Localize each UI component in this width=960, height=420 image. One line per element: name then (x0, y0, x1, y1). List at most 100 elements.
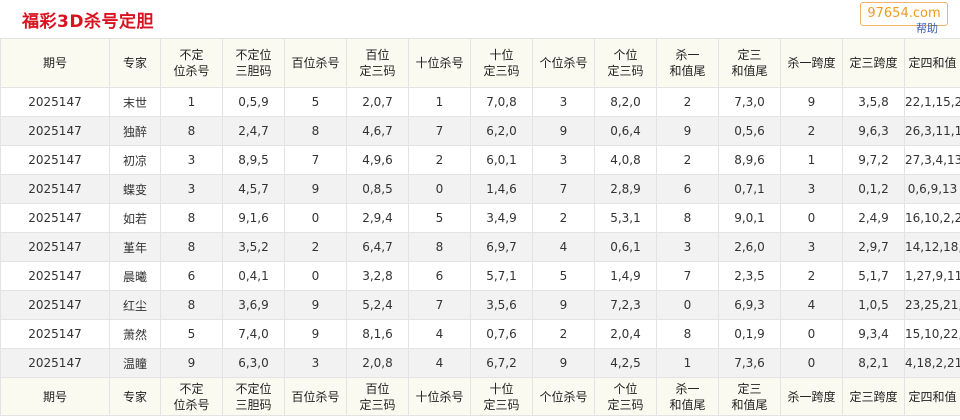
table-cell: 2025147 (0, 174, 110, 204)
table-cell: 0,8,5 (346, 174, 409, 204)
table-cell: 0 (408, 174, 471, 204)
table-cell: 0,4,1 (222, 261, 285, 291)
table-cell: 5 (532, 261, 595, 291)
table-cell: 27,3,4,13 (904, 145, 960, 175)
column-header-label: 十位杀号 (415, 389, 463, 405)
table-cell: 0,1,2 (842, 174, 905, 204)
column-header-line: 位杀号 (173, 64, 210, 78)
column-header-line: 定三码 (607, 397, 644, 412)
table-cell: 2025147 (0, 145, 110, 175)
table-cell: 8 (284, 116, 347, 146)
column-header: 不定 位杀号 (160, 377, 223, 416)
table-row: 2025147 独醉 8 2,4,7 8 4,6,7 7 6,2,0 9 0,6,4 9 0,5,6 2… (0, 116, 960, 146)
table-cell: 2 (532, 319, 595, 349)
column-header: 个位杀号 (532, 38, 595, 88)
table-cell: 9,7,2 (842, 145, 905, 175)
column-header: 杀一跨度 (780, 377, 843, 416)
table-cell: 2,8,9 (594, 174, 657, 204)
table-cell: 末世 (109, 87, 161, 117)
help-link[interactable]: 帮助 (916, 20, 938, 36)
column-header-line: 位杀号 (173, 397, 210, 412)
table-cell: 4,5,7 (222, 174, 285, 204)
column-header-line: 百位杀号 (291, 389, 340, 404)
column-header-label: 十位 定三码 (483, 47, 519, 79)
table-cell: 1 (656, 348, 719, 378)
column-header-label: 杀一跨度 (787, 55, 835, 71)
table-cell: 9 (160, 348, 223, 378)
table-cell: 5,7,1 (470, 261, 533, 291)
table-header-bottom: 期号 专家 不定 位杀号 不定位 三胆码 百位杀号 百位 定三码 十位杀号 十位 定三码 个位杀号 个位定… (0, 377, 960, 416)
column-header: 杀一 和值尾 (656, 38, 719, 88)
table-cell: 1 (408, 87, 471, 117)
column-header-line: 定三 (737, 48, 762, 62)
table-row: 2025147 蝶变 3 4,5,7 9 0,8,5 0 1,4,6 7 2,8,9 6 0,7,1 3… (0, 174, 960, 204)
table-cell: 2,0,7 (346, 87, 409, 117)
table-cell: 4 (408, 348, 471, 378)
column-header-line: 不定 (179, 48, 204, 62)
table-cell: 6 (408, 261, 471, 291)
table-cell: 7,3,6 (718, 348, 781, 378)
column-header-line: 不定位 (235, 381, 272, 396)
table-cell: 0,5,9 (222, 87, 285, 117)
table-cell: 3 (160, 145, 223, 175)
column-header-label: 定三跨度 (849, 55, 897, 71)
table-cell: 9 (656, 116, 719, 146)
table-cell: 4,9,6 (346, 145, 409, 175)
table-cell: 26,3,11,12 (904, 116, 960, 146)
column-header-line: 定三码 (483, 64, 520, 78)
table-cell: 2 (532, 203, 595, 233)
table-cell: 2 (408, 145, 471, 175)
table-cell: 7,4,0 (222, 319, 285, 349)
column-header-line: 个位杀号 (539, 56, 588, 70)
table-cell: 3,6,9 (222, 290, 285, 320)
table-cell: 7,3,0 (718, 87, 781, 117)
table-cell: 8 (160, 290, 223, 320)
table-cell: 8,2,1 (842, 348, 905, 378)
column-header-line: 和值尾 (669, 397, 706, 412)
table-cell: 7 (284, 145, 347, 175)
table-cell: 4,6,7 (346, 116, 409, 146)
table-cell: 6,7,2 (470, 348, 533, 378)
table-cell: 5,1,7 (842, 261, 905, 291)
table-cell: 2025147 (0, 203, 110, 233)
table-cell: 0,1,9 (718, 319, 781, 349)
column-header: 杀一 和值尾 (656, 377, 719, 416)
table-cell: 3 (284, 348, 347, 378)
table-cell: 4 (532, 232, 595, 262)
table-cell: 红尘 (109, 290, 161, 320)
table-cell: 0 (284, 203, 347, 233)
column-header: 个位 定三码 (594, 377, 657, 416)
column-header: 专家 (109, 377, 161, 416)
table-cell: 5,3,1 (594, 203, 657, 233)
table-cell: 16,10,2,24 (904, 203, 960, 233)
table-cell: 7 (408, 116, 471, 146)
column-header: 不定位 三胆码 (222, 377, 285, 416)
column-header-label: 杀一跨度 (787, 389, 835, 405)
column-header-label: 不定位 三胆码 (235, 381, 271, 413)
column-header-line: 十位 (489, 48, 514, 62)
column-header-line: 百位杀号 (291, 56, 340, 70)
column-header-label: 不定 位杀号 (173, 381, 209, 413)
table-cell: 3 (532, 87, 595, 117)
table-cell: 2,9,4 (346, 203, 409, 233)
column-header-label: 百位 定三码 (359, 47, 395, 79)
column-header-label: 杀一 和值尾 (669, 47, 705, 79)
column-header-line: 定三码 (483, 397, 520, 412)
table-cell: 1 (160, 87, 223, 117)
table-cell: 8 (408, 232, 471, 262)
column-header: 不定 位杀号 (160, 38, 223, 88)
table-cell: 6,9,7 (470, 232, 533, 262)
column-header-line: 十位杀号 (415, 389, 464, 404)
column-header-line: 杀一 (675, 381, 700, 396)
column-header-line: 定三码 (359, 397, 396, 412)
column-header: 百位 定三码 (346, 377, 409, 416)
column-header: 个位 定三码 (594, 38, 657, 88)
table-cell: 6 (656, 174, 719, 204)
table-cell: 2 (656, 87, 719, 117)
table-cell: 5 (284, 87, 347, 117)
table-cell: 8 (160, 232, 223, 262)
table-cell: 7 (532, 174, 595, 204)
table-cell: 8 (160, 116, 223, 146)
column-header-label: 个位杀号 (539, 55, 587, 71)
table-cell: 9 (532, 116, 595, 146)
